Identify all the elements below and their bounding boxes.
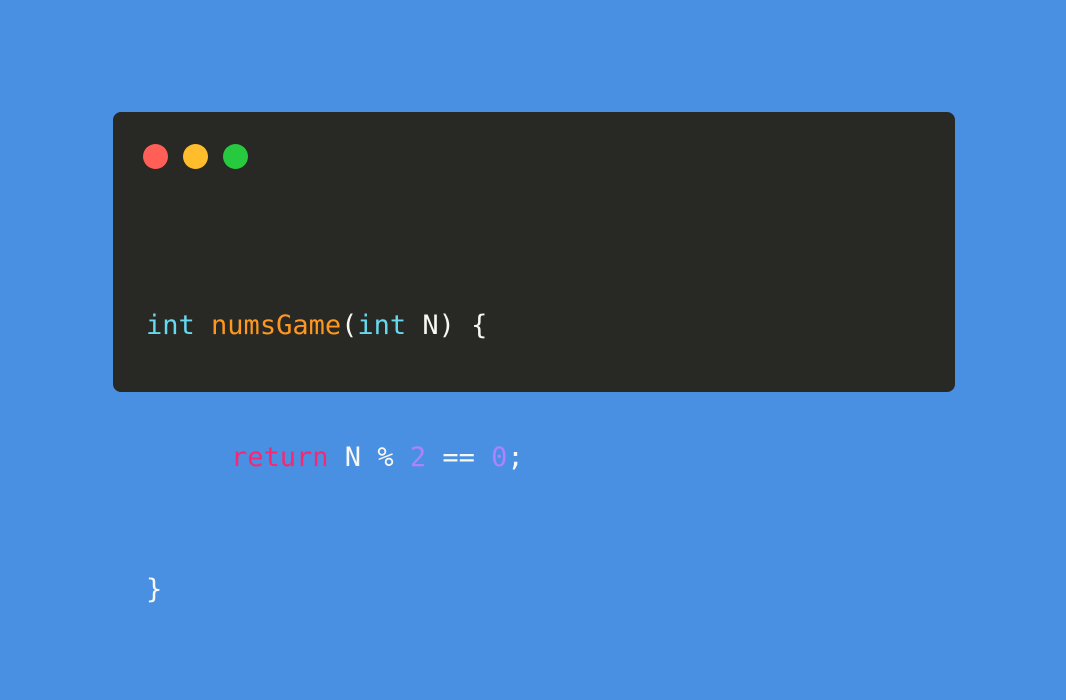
- param-name: N: [406, 310, 439, 341]
- semicolon: ;: [507, 442, 524, 473]
- return-keyword: return: [231, 442, 329, 473]
- close-button[interactable]: [143, 144, 168, 169]
- code-block: int numsGame(int N) { return N % 2 == 0;…: [146, 216, 524, 700]
- closing-brace: }: [146, 574, 163, 605]
- code-line-3: }: [146, 568, 524, 612]
- number-literal: 2: [409, 442, 427, 473]
- variable-n: N: [328, 442, 378, 473]
- paren-close-brace: ) {: [438, 310, 488, 341]
- function-name: numsGame: [211, 310, 342, 341]
- number-literal: 0: [491, 442, 508, 473]
- equality-operator: ==: [426, 442, 492, 473]
- modulo-operator: %: [377, 442, 410, 473]
- window-controls: [143, 144, 248, 169]
- param-type-keyword: int: [357, 310, 407, 341]
- maximize-button[interactable]: [223, 144, 248, 169]
- paren-open: (: [341, 310, 358, 341]
- type-keyword: int: [146, 310, 195, 341]
- background: { "window": { "controls": { "close_color…: [0, 0, 1066, 605]
- code-line-2: return N % 2 == 0;: [146, 436, 524, 480]
- minimize-button[interactable]: [183, 144, 208, 169]
- code-window: int numsGame(int N) { return N % 2 == 0;…: [113, 112, 955, 605]
- code-line-1: int numsGame(int N) {: [146, 304, 524, 348]
